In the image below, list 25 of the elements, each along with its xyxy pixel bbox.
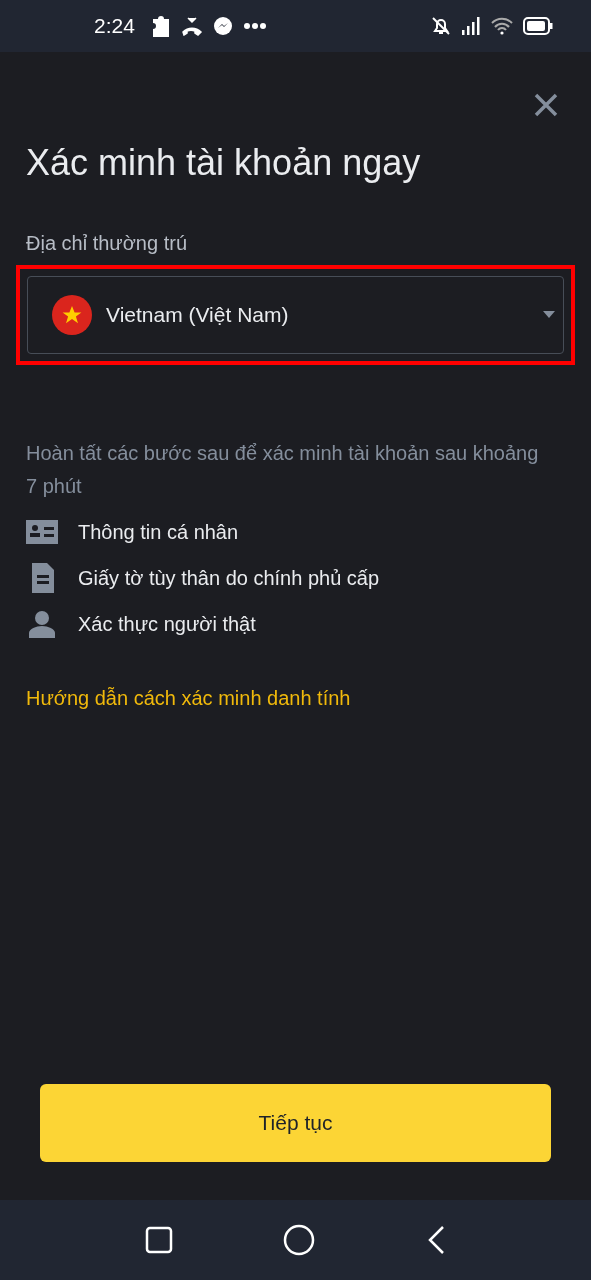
field-label: Địa chỉ thường trú [26, 232, 188, 255]
country-select[interactable]: Vietnam (Việt Nam) [27, 276, 564, 354]
caret-icon [543, 311, 555, 319]
signal-icon [461, 16, 481, 36]
wifi-icon [491, 17, 513, 35]
description: Hoàn tất các bước sau để xác minh tài khoản sau khoảng 7 phút [26, 441, 540, 499]
step-label: Xác thực người thật [78, 612, 256, 636]
step-label: Giấy tờ tùy thân do chính phủ cấp [78, 566, 380, 590]
id-card-icon [26, 520, 58, 544]
puzzle-icon [150, 15, 171, 37]
battery-icon [523, 17, 553, 35]
step-label: Thông tin cá nhân [78, 520, 239, 544]
close-icon[interactable] [533, 92, 559, 118]
recents-icon[interactable] [145, 1226, 174, 1254]
flag-icon [52, 295, 92, 335]
person-icon [26, 610, 58, 638]
missed-call-icon [180, 16, 203, 36]
continue-button[interactable]: Tiếp tục [40, 1084, 551, 1162]
more-icon [242, 22, 267, 30]
messenger-icon [212, 16, 233, 36]
status-time: 2:24 [94, 14, 135, 38]
bell-off-icon [431, 16, 451, 36]
home-icon[interactable] [283, 1224, 316, 1256]
page-title: Xác minh tài khoản ngay [26, 142, 422, 184]
guide-link[interactable]: Hướng dẫn cách xác minh danh tính [26, 687, 351, 710]
